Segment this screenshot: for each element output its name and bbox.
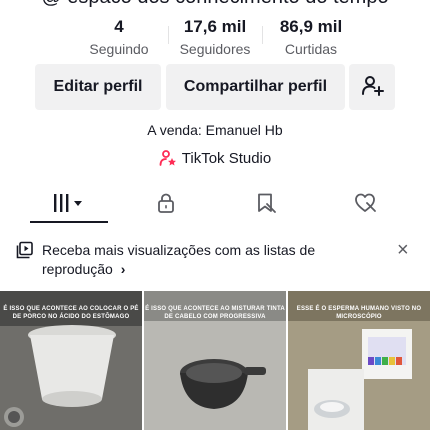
stat-followers-label: Seguidores: [179, 41, 251, 57]
heart-icon: [354, 192, 378, 214]
video-grid: É ISSO QUE ACONTECE AO COLOCAR O PÉ DE P…: [0, 291, 430, 430]
studio-person-star-icon: [159, 149, 177, 167]
video-thumbnail[interactable]: É ISSO QUE ACONTECE AO COLOCAR O PÉ DE P…: [0, 291, 142, 430]
profile-stats: 4 Seguindo 17,6 mil Seguidores 86,9 mil …: [0, 16, 430, 60]
playlist-icon: [16, 241, 34, 259]
seller-info[interactable]: A venda: Emanuel Hb: [0, 122, 430, 138]
video-caption: ESSE É O ESPERMA HUMANO VISTO NO MICROSC…: [296, 306, 422, 320]
tab-private[interactable]: [112, 182, 219, 224]
stat-followers[interactable]: 17,6 mil Seguidores: [160, 16, 270, 59]
bookmark-icon: [254, 192, 278, 214]
share-profile-button[interactable]: Compartilhar perfil: [166, 64, 345, 110]
grid-icon: [52, 192, 86, 214]
studio-label: TikTok Studio: [181, 149, 272, 167]
tab-videos[interactable]: [15, 182, 122, 224]
promo-message: Receba mais visualizações com as listas …: [42, 242, 316, 277]
stat-following-value: 4: [114, 17, 124, 36]
tab-selected-indicator: [30, 221, 108, 223]
tab-liked[interactable]: [312, 182, 419, 224]
stat-likes-label: Curtidas: [284, 41, 338, 57]
tab-favorites[interactable]: [212, 182, 319, 224]
lock-icon: [155, 192, 177, 214]
video-caption: É ISSO QUE ACONTECE AO MISTURAR TINTA DE…: [145, 306, 285, 320]
video-thumbnail[interactable]: ESSE É O ESPERMA HUMANO VISTO NO MICROSC…: [288, 291, 430, 430]
profile-tabs: [0, 182, 430, 225]
add-friend-button[interactable]: [349, 64, 395, 110]
edit-profile-label: Editar perfil: [53, 78, 143, 95]
stat-following-label: Seguindo: [89, 41, 149, 57]
stat-followers-value: 17,6 mil: [183, 17, 247, 36]
stat-likes[interactable]: 86,9 mil Curtidas: [256, 16, 366, 59]
video-caption: É ISSO QUE ACONTECE AO COLOCAR O PÉ DE P…: [3, 306, 139, 320]
chevron-right-icon: ›: [120, 261, 126, 277]
stat-likes-value: 86,9 mil: [279, 17, 343, 36]
add-person-icon: [360, 73, 384, 102]
share-profile-label: Compartilhar perfil: [183, 78, 328, 95]
close-icon[interactable]: ×: [397, 240, 409, 260]
playlist-promo-banner[interactable]: Receba mais visualizações com as listas …: [0, 224, 430, 290]
promo-text: Receba mais visualizações com as listas …: [42, 241, 342, 279]
video-thumbnail[interactable]: É ISSO QUE ACONTECE AO MISTURAR TINTA DE…: [144, 291, 286, 430]
edit-profile-button[interactable]: Editar perfil: [35, 64, 161, 110]
tiktok-studio-link[interactable]: TikTok Studio: [0, 149, 430, 167]
stat-following[interactable]: 4 Seguindo: [64, 16, 174, 59]
profile-handle: @ espaco dos conhecimento do tempo: [0, 0, 430, 9]
